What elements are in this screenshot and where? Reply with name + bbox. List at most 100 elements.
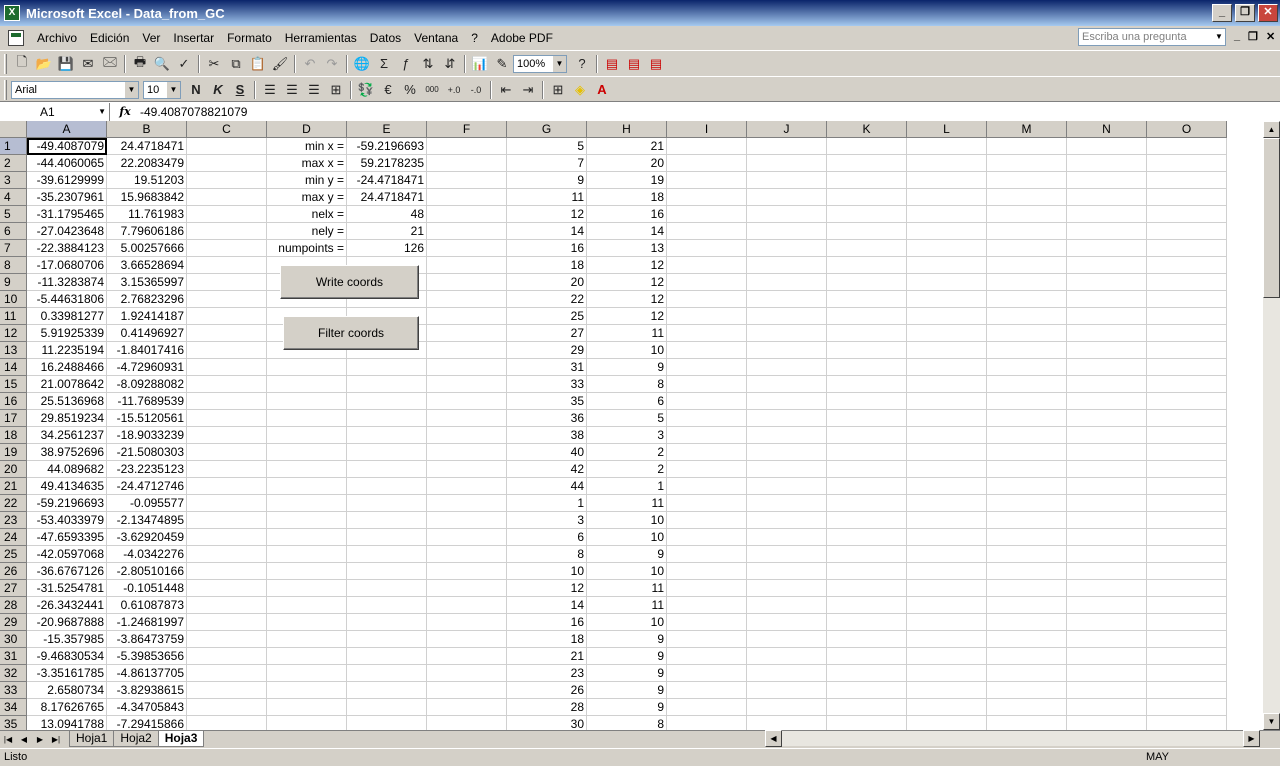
cell-e[interactable]: 24.4718471	[347, 189, 427, 206]
row-header[interactable]: 24	[0, 529, 27, 546]
cell-b[interactable]: -2.13474895	[107, 512, 187, 529]
align-center-icon[interactable]: ☰	[281, 79, 303, 101]
cell-b[interactable]: 11.761983	[107, 206, 187, 223]
restore-button[interactable]: ❐	[1235, 4, 1255, 22]
scroll-down-icon[interactable]: ▼	[1263, 713, 1280, 730]
cell-d[interactable]	[267, 427, 347, 444]
column-header-i[interactable]: I	[667, 121, 747, 138]
cell-c[interactable]	[187, 206, 267, 223]
last-sheet-icon[interactable]: ▶|	[48, 735, 64, 744]
cell-d[interactable]	[267, 580, 347, 597]
cell-h[interactable]: 12	[587, 274, 667, 291]
cell-c[interactable]	[187, 240, 267, 257]
cell-l[interactable]	[907, 155, 987, 172]
column-header-h[interactable]: H	[587, 121, 667, 138]
cell-o[interactable]	[1147, 546, 1227, 563]
cell-i[interactable]	[667, 257, 747, 274]
cell-c[interactable]	[187, 359, 267, 376]
row-header[interactable]: 18	[0, 427, 27, 444]
cell-o[interactable]	[1147, 478, 1227, 495]
cell-j[interactable]	[747, 223, 827, 240]
menu-ver[interactable]: Ver	[137, 31, 168, 45]
cell-b[interactable]: -4.72960931	[107, 359, 187, 376]
cell-f[interactable]	[427, 444, 507, 461]
cell-c[interactable]	[187, 393, 267, 410]
cell-h[interactable]: 19	[587, 172, 667, 189]
cell-k[interactable]	[827, 716, 907, 730]
prev-sheet-icon[interactable]: ◀	[16, 735, 32, 744]
cell-n[interactable]	[1067, 172, 1147, 189]
cell-n[interactable]	[1067, 240, 1147, 257]
row-header[interactable]: 32	[0, 665, 27, 682]
cell-h[interactable]: 5	[587, 410, 667, 427]
cell-c[interactable]	[187, 376, 267, 393]
cell-o[interactable]	[1147, 393, 1227, 410]
cell-e[interactable]	[347, 393, 427, 410]
cell-m[interactable]	[987, 495, 1067, 512]
cell-b[interactable]: 5.00257666	[107, 240, 187, 257]
row-header[interactable]: 16	[0, 393, 27, 410]
column-header-l[interactable]: L	[907, 121, 987, 138]
cell-f[interactable]	[427, 206, 507, 223]
cell-g[interactable]: 18	[507, 257, 587, 274]
cell-e[interactable]	[347, 512, 427, 529]
cell-k[interactable]	[827, 410, 907, 427]
cell-l[interactable]	[907, 410, 987, 427]
cell-l[interactable]	[907, 257, 987, 274]
pdf-email-icon[interactable]: ▤	[623, 53, 645, 75]
chevron-down-icon[interactable]: ▼	[98, 103, 106, 121]
cell-o[interactable]	[1147, 257, 1227, 274]
cell-o[interactable]	[1147, 240, 1227, 257]
workbook-icon[interactable]	[8, 30, 24, 46]
cell-n[interactable]	[1067, 308, 1147, 325]
row-header[interactable]: 33	[0, 682, 27, 699]
cell-g[interactable]: 3	[507, 512, 587, 529]
cell-c[interactable]	[187, 223, 267, 240]
cell-l[interactable]	[907, 682, 987, 699]
cell-m[interactable]	[987, 206, 1067, 223]
cell-f[interactable]	[427, 240, 507, 257]
cell-f[interactable]	[427, 580, 507, 597]
workbook-restore-button[interactable]: ❐	[1248, 30, 1258, 43]
row-header[interactable]: 11	[0, 308, 27, 325]
cell-o[interactable]	[1147, 512, 1227, 529]
cell-i[interactable]	[667, 291, 747, 308]
cell-f[interactable]	[427, 172, 507, 189]
cell-l[interactable]	[907, 223, 987, 240]
cell-i[interactable]	[667, 172, 747, 189]
cell-m[interactable]	[987, 512, 1067, 529]
cell-l[interactable]	[907, 699, 987, 716]
bold-button[interactable]: N	[185, 79, 207, 101]
column-header-b[interactable]: B	[107, 121, 187, 138]
cell-m[interactable]	[987, 699, 1067, 716]
cell-b[interactable]: -21.5080303	[107, 444, 187, 461]
cell-f[interactable]	[427, 495, 507, 512]
row-header[interactable]: 29	[0, 614, 27, 631]
cell-o[interactable]	[1147, 529, 1227, 546]
cell-g[interactable]: 7	[507, 155, 587, 172]
currency-style-icon[interactable]: 💱	[355, 79, 377, 101]
row-header[interactable]: 9	[0, 274, 27, 291]
cell-d[interactable]	[267, 631, 347, 648]
cell-i[interactable]	[667, 223, 747, 240]
cell-c[interactable]	[187, 461, 267, 478]
cell-b[interactable]: -0.095577	[107, 495, 187, 512]
cell-l[interactable]	[907, 325, 987, 342]
cell-c[interactable]	[187, 665, 267, 682]
cell-i[interactable]	[667, 682, 747, 699]
cell-e[interactable]	[347, 444, 427, 461]
cell-e[interactable]	[347, 665, 427, 682]
cell-h[interactable]: 10	[587, 529, 667, 546]
row-header[interactable]: 17	[0, 410, 27, 427]
cell-n[interactable]	[1067, 342, 1147, 359]
cell-l[interactable]	[907, 291, 987, 308]
cell-j[interactable]	[747, 257, 827, 274]
cell-j[interactable]	[747, 359, 827, 376]
cell-i[interactable]	[667, 308, 747, 325]
sort-descending-icon[interactable]: ⇵	[439, 53, 461, 75]
cell-l[interactable]	[907, 359, 987, 376]
first-sheet-icon[interactable]: |◀	[0, 735, 16, 744]
undo-icon[interactable]: ↶	[299, 53, 321, 75]
cell-n[interactable]	[1067, 427, 1147, 444]
cell-l[interactable]	[907, 461, 987, 478]
